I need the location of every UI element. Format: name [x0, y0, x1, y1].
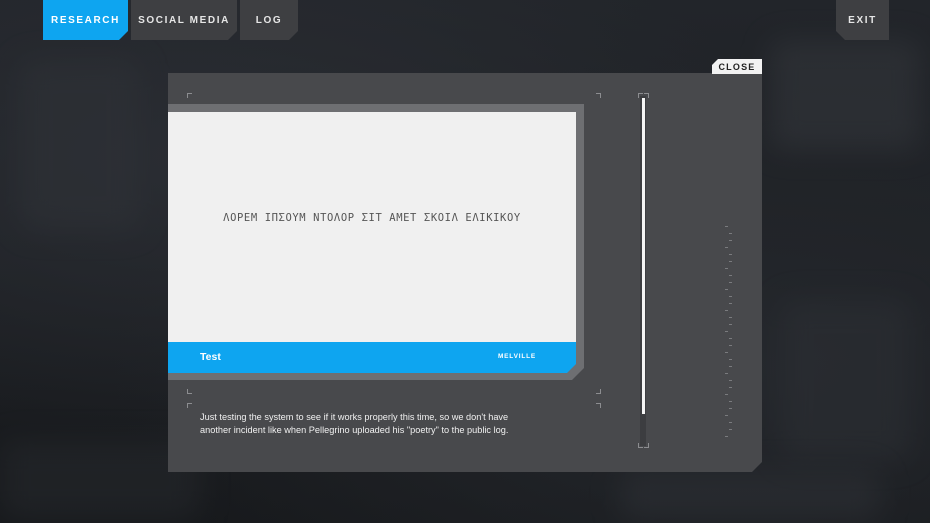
close-button[interactable]: CLOSE: [712, 59, 762, 74]
decorative-tick: [729, 359, 732, 360]
decorative-tick: [729, 240, 732, 241]
decorative-tick: [725, 331, 728, 332]
background-shape: [770, 40, 920, 150]
decorative-tick: [729, 387, 732, 388]
decorative-tick: [729, 345, 732, 346]
corner-marker: [596, 93, 601, 98]
decorative-tick: [729, 303, 732, 304]
post-title: Test: [200, 351, 221, 363]
decorative-tick: [725, 394, 728, 395]
corner-marker: [187, 389, 192, 394]
background-shape: [620, 470, 880, 520]
decorative-tick: [729, 261, 732, 262]
post-image[interactable]: ΛΟΡΕΜ ΙΠΣΟΥΜ ΝΤΟΛΟΡ ΣΙΤ ΑΜΕΤ ΣΚΟΙΛ ΕΛΙΚΙ…: [168, 112, 576, 342]
post-author: MELVILLE: [497, 353, 536, 360]
background-shape: [20, 60, 140, 230]
decorative-tick: [729, 338, 732, 339]
decorative-tick: [729, 296, 732, 297]
decorative-tick: [725, 436, 728, 437]
scrollbar-thumb[interactable]: [642, 98, 645, 414]
tab-log[interactable]: LOG: [240, 0, 298, 40]
post-description: Just testing the system to see if it wor…: [200, 412, 509, 435]
decorative-tick: [729, 317, 732, 318]
decorative-tick: [729, 366, 732, 367]
decorative-tick: [725, 247, 728, 248]
decorative-tick: [729, 233, 732, 234]
decorative-tick: [729, 422, 732, 423]
decorative-tick: [729, 408, 732, 409]
decorative-tick: [729, 429, 732, 430]
decorative-tick: [725, 289, 728, 290]
background-shape: [780, 300, 910, 460]
post-image-text: ΛΟΡΕΜ ΙΠΣΟΥΜ ΝΤΟΛΟΡ ΣΙΤ ΑΜΕΤ ΣΚΟΙΛ ΕΛΙΚΙ…: [223, 212, 521, 224]
game-screen: RESEARCH SOCIAL MEDIA LOG EXIT CLOSE ΛΟΡ…: [0, 0, 930, 523]
decorative-tick: [725, 373, 728, 374]
decorative-tick: [725, 415, 728, 416]
decorative-tick: [729, 324, 732, 325]
tab-research[interactable]: RESEARCH: [43, 0, 128, 40]
decorative-tick: [729, 380, 732, 381]
decorative-tick: [725, 268, 728, 269]
decorative-tick: [725, 310, 728, 311]
corner-marker: [187, 403, 192, 408]
corner-marker: [596, 389, 601, 394]
corner-marker: [596, 403, 601, 408]
exit-button[interactable]: EXIT: [836, 0, 889, 40]
decorative-tick: [725, 226, 728, 227]
tab-social-media[interactable]: SOCIAL MEDIA: [131, 0, 237, 40]
decorative-tick: [729, 282, 732, 283]
corner-marker: [187, 93, 192, 98]
decorative-tick: [729, 275, 732, 276]
decorative-tick: [729, 254, 732, 255]
decorative-tick: [729, 401, 732, 402]
decorative-tick: [725, 352, 728, 353]
post-card-footer: Test MELVILLE: [168, 342, 576, 373]
